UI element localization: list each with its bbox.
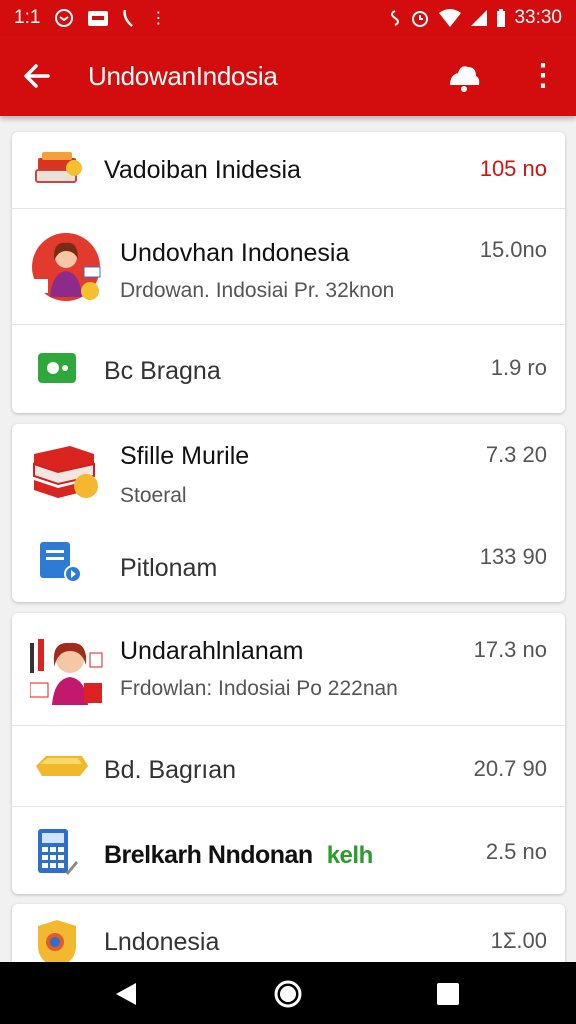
item-subtitle: Frdowlan: Indosiai Po 222nan	[120, 677, 398, 700]
gold-bars-icon	[36, 756, 88, 776]
message-icon	[55, 9, 74, 27]
item-title: Undovhan Indonesia	[120, 239, 350, 267]
item-amount: 15.0no	[479, 237, 547, 262]
woman-tools-icon	[30, 639, 103, 705]
item-title: Bc Bragna	[104, 357, 221, 385]
item-title: Pitlonam	[120, 554, 218, 582]
stacked-books-icon	[35, 152, 82, 183]
green-chat-icon	[38, 353, 76, 383]
item-title: Brelkarh Nndonan kelh	[104, 841, 373, 870]
square-recents-icon[interactable]	[428, 974, 468, 1014]
list-item[interactable]: Vadoiban Inidesia 105 no	[12, 132, 565, 208]
item-amount: 17.3 no	[473, 637, 547, 662]
list-item[interactable]: Bc Bragna 1.9 ro	[12, 325, 565, 413]
app-bar: UndowanIndosia ⋮	[0, 36, 576, 116]
cell-signal-icon	[471, 10, 488, 26]
battery-icon	[497, 9, 506, 27]
cloud-bell-icon[interactable]	[446, 58, 482, 94]
red-book-coin-icon	[33, 446, 98, 498]
card-group-1: Vadoiban Inidesia 105 no Undovhan Indone…	[12, 132, 565, 413]
system-nav-bar	[0, 962, 576, 1024]
status-bar: 1:1 ⋮ 33:30	[0, 0, 576, 36]
item-amount: 2.5 no	[485, 839, 547, 864]
item-amount: 133 90	[479, 544, 547, 569]
item-title-text: Brelkarh Nndonan	[104, 841, 313, 869]
item-title: Vadoiban Inidesia	[104, 156, 301, 184]
item-amount: 105 no	[479, 156, 547, 181]
alarm-icon	[412, 11, 429, 27]
more-vert-icon[interactable]: ⋮	[528, 58, 558, 94]
wifi-icon	[439, 9, 462, 27]
home-circle-icon[interactable]	[268, 974, 308, 1014]
item-title: Undarahlnlanam	[120, 637, 304, 665]
list-item[interactable]: Pitlonam 133 90	[12, 524, 565, 602]
arrow-back-icon[interactable]	[22, 58, 52, 94]
signal-icon	[391, 10, 400, 26]
item-subtitle: Stoeral	[120, 484, 187, 507]
item-title: Bd. Bagrıan	[104, 756, 237, 784]
status-time-left: 1:1	[14, 7, 41, 28]
calculator-icon	[38, 829, 78, 875]
triangle-back-icon[interactable]	[106, 974, 146, 1014]
page-title: UndowanIndosia	[88, 61, 278, 91]
dot-icon: ⋮	[150, 10, 167, 27]
status-time-right: 33:30	[514, 7, 562, 28]
shield-badge-icon	[38, 920, 76, 968]
item-amount: 1.9 ro	[490, 355, 547, 380]
item-amount: 7.3 20	[485, 442, 547, 467]
list-item[interactable]: Sfille Murile Stoeral 7.3 20	[12, 424, 565, 524]
list-item[interactable]: Undarahlnlanam Frdowlan: Indosiai Po 222…	[12, 613, 565, 725]
list-item[interactable]: Brelkarh Nndonan kelh 2.5 no	[12, 807, 565, 894]
list-item[interactable]: Bd. Bagrıan 20.7 90	[12, 726, 565, 806]
item-title: Sfille Murile	[120, 442, 250, 470]
blue-document-icon	[40, 542, 82, 583]
item-amount: 1Σ.00	[490, 928, 547, 953]
card-group-3: Undarahlnlanam Frdowlan: Indosiai Po 222…	[12, 613, 565, 894]
item-title: Lndonesia	[104, 928, 220, 956]
item-subtitle: Drdowan. Indosiai Pr. 32knon	[120, 279, 395, 302]
phone-icon	[123, 9, 134, 27]
item-amount: 20.7 90	[473, 756, 547, 781]
list-item[interactable]: Undovhan Indonesia Drdowan. Indosiai Pr.…	[12, 209, 565, 324]
notification-box-icon	[88, 10, 109, 26]
card-group-2: Sfille Murile Stoeral 7.3 20 Pitlonam 13…	[12, 424, 565, 602]
item-tag: kelh	[326, 842, 374, 869]
woman-avatar-icon	[30, 233, 101, 301]
